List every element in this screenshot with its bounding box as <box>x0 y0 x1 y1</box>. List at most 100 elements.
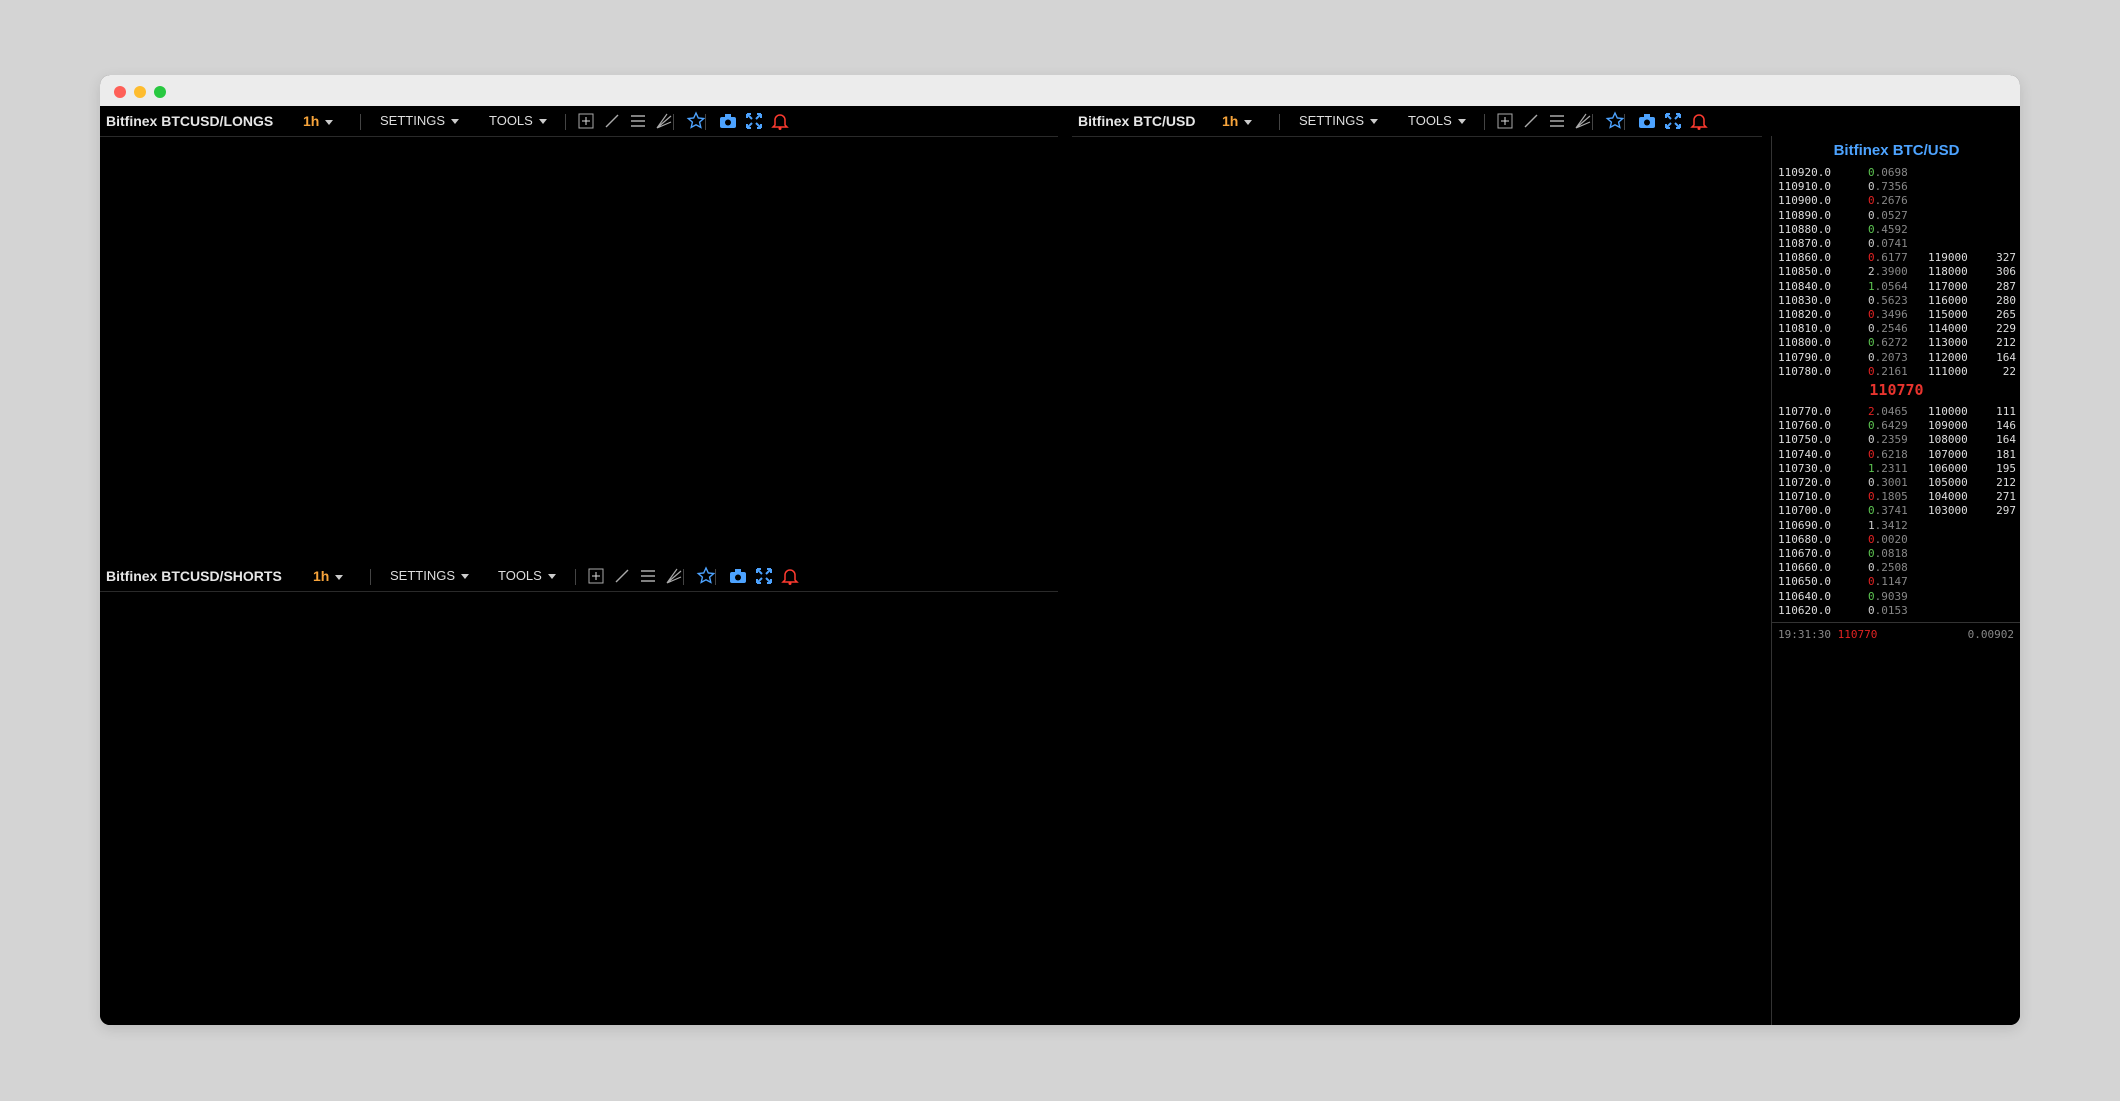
app-window: Bitfinex BTCUSD/LONGS 1h SETTINGS TOOLS … <box>100 75 2020 1025</box>
volume-profile-price: 117000 <box>1928 279 1968 293</box>
trendline-icon[interactable] <box>1518 106 1544 136</box>
volume-profile-count: 287 <box>1996 279 2016 293</box>
fullscreen-icon[interactable] <box>751 561 777 591</box>
order-price: 110840.0 <box>1778 279 1831 293</box>
volume-profile-price: 112000 <box>1928 350 1968 364</box>
divider <box>715 569 716 585</box>
volume-profile-price: 118000 <box>1928 265 1968 279</box>
order-amount: 0.1147 <box>1868 575 1908 589</box>
order-amount: 0.7356 <box>1868 180 1908 194</box>
divider <box>565 114 566 130</box>
chevron-down-icon <box>1370 119 1379 125</box>
tools-label: TOOLS <box>498 568 542 583</box>
volume-profile-count: 111 <box>1996 405 2016 418</box>
settings-menu[interactable]: SETTINGS <box>380 106 460 136</box>
minimize-window-button[interactable] <box>134 86 146 98</box>
bell-icon[interactable] <box>767 106 793 136</box>
divider <box>705 114 706 130</box>
volume-profile-price: 105000 <box>1928 476 1968 489</box>
order-price: 110800.0 <box>1778 336 1831 350</box>
settings-menu[interactable]: SETTINGS <box>1299 106 1379 136</box>
order-amount: 0.6177 <box>1868 251 1908 265</box>
volume-profile-price: 106000 <box>1928 461 1968 475</box>
volume-profile-count: 146 <box>1996 419 2016 433</box>
settings-menu[interactable]: SETTINGS <box>390 561 470 591</box>
tools-menu[interactable]: TOOLS <box>489 106 547 136</box>
fullscreen-icon[interactable] <box>1660 106 1686 136</box>
order-amount: 0.0741 <box>1868 237 1908 250</box>
chevron-down-icon <box>461 574 470 580</box>
order-price: 110870.0 <box>1778 237 1831 250</box>
camera-icon[interactable] <box>725 561 751 591</box>
toolbar-icons: 5950059000585005800057500570005650010000… <box>565 106 973 136</box>
volume-profile-count: 195 <box>1996 461 2016 475</box>
order-price: 110670.0 <box>1778 547 1831 560</box>
trendline-icon[interactable] <box>609 561 635 591</box>
divider <box>370 569 371 585</box>
btcusd-chart[interactable] <box>1072 137 1762 1025</box>
shorts-chart[interactable] <box>100 592 1058 1025</box>
trendline-icon[interactable] <box>599 106 625 136</box>
interval-dropdown[interactable]: 1h <box>1222 106 1253 136</box>
bell-icon[interactable] <box>1686 106 1712 136</box>
divider <box>683 569 684 585</box>
order-price: 110910.0 <box>1778 180 1831 194</box>
symbol-label[interactable]: Bitfinex BTCUSD/LONGS <box>106 106 273 136</box>
toolbar-icons: 1901881861841821801780May 20May 21May 22… <box>575 561 983 591</box>
crosshair-icon[interactable]: 1125001120001115001110001105001100001095… <box>1492 106 1518 136</box>
horizontal-lines-icon[interactable] <box>1544 106 1570 136</box>
volume-profile-price: 103000 <box>1928 504 1968 518</box>
volume-profile-count: 271 <box>1996 490 2016 504</box>
order-amount: 0.0153 <box>1868 603 1908 617</box>
chevron-down-icon <box>335 574 344 580</box>
crosshair-icon[interactable]: 5950059000585005800057500570005650010000… <box>573 106 599 136</box>
order-price: 110710.0 <box>1778 490 1831 504</box>
trade-separator <box>1772 622 2020 623</box>
shorts-toolbar: Bitfinex BTCUSD/SHORTS 1h SETTINGS TOOLS… <box>100 561 1058 592</box>
symbol-label[interactable]: Bitfinex BTCUSD/SHORTS <box>106 561 282 591</box>
divider <box>1484 114 1485 130</box>
interval-value: 1h <box>303 113 320 129</box>
camera-icon[interactable] <box>715 106 741 136</box>
divider <box>1592 114 1593 130</box>
order-amount: 0.2359 <box>1868 433 1908 447</box>
volume-profile-count: 265 <box>1996 308 2016 321</box>
interval-dropdown[interactable]: 1h <box>303 106 334 136</box>
order-price: 110810.0 <box>1778 322 1831 336</box>
order-amount: 0.2546 <box>1868 322 1908 336</box>
order-price: 110760.0 <box>1778 419 1831 433</box>
order-price: 110740.0 <box>1778 447 1831 461</box>
crosshair-icon[interactable]: 1901881861841821801780May 20May 21May 22… <box>583 561 609 591</box>
horizontal-lines-icon[interactable] <box>625 106 651 136</box>
order-amount: 0.3741 <box>1868 504 1908 518</box>
maximize-window-button[interactable] <box>154 86 166 98</box>
interval-value: 1h <box>313 568 330 584</box>
volume-profile-price: 115000 <box>1928 308 1968 321</box>
btcusd-toolbar: Bitfinex BTC/USD 1h SETTINGS TOOLS 11250… <box>1072 106 1762 137</box>
fullscreen-icon[interactable] <box>741 106 767 136</box>
trade-amount: 0.00902 <box>1967 628 2014 641</box>
volume-profile-count: 181 <box>1996 447 2016 461</box>
divider <box>1279 114 1280 130</box>
volume-profile-price: 119000 <box>1928 251 1968 265</box>
longs-chart[interactable] <box>100 137 1058 551</box>
interval-dropdown[interactable]: 1h <box>313 561 344 591</box>
order-amount: 0.3496 <box>1868 308 1908 321</box>
bell-icon[interactable] <box>777 561 803 591</box>
order-amount: 0.5623 <box>1868 293 1908 307</box>
volume-profile-price: 113000 <box>1928 336 1968 350</box>
order-amount: 0.2073 <box>1868 350 1908 364</box>
order-amount: 0.2508 <box>1868 561 1908 575</box>
order-price: 110690.0 <box>1778 518 1831 532</box>
symbol-label[interactable]: Bitfinex BTC/USD <box>1078 106 1195 136</box>
tools-menu[interactable]: TOOLS <box>498 561 556 591</box>
order-amount: 1.3412 <box>1868 518 1908 532</box>
volume-profile-price: 107000 <box>1928 447 1968 461</box>
toolbar-icons: 1125001120001115001110001105001100001095… <box>1484 106 1762 136</box>
horizontal-lines-icon[interactable] <box>635 561 661 591</box>
close-window-button[interactable] <box>114 86 126 98</box>
camera-icon[interactable] <box>1634 106 1660 136</box>
order-amount: 1.0564 <box>1868 279 1908 293</box>
chevron-down-icon <box>1457 119 1466 125</box>
tools-menu[interactable]: TOOLS <box>1408 106 1466 136</box>
